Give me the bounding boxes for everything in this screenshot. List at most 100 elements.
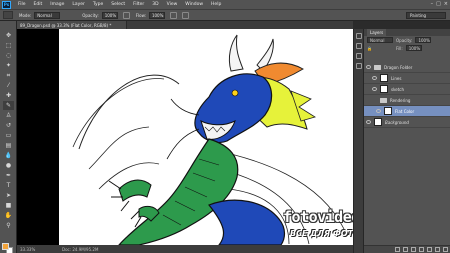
menu-layer[interactable]: Layer (68, 2, 89, 7)
visibility-eye-icon[interactable] (366, 120, 371, 124)
menu-bar: Ps File Edit Image Layer Type Select Fil… (0, 0, 450, 9)
layer-name: Background (385, 119, 409, 125)
folder-icon (380, 97, 387, 103)
layer-thumbnail (380, 74, 388, 82)
document-tab[interactable]: 89_Dragon.psd @ 33.3% (Flat Color, RGB/8… (17, 21, 127, 29)
zoom-tool-icon[interactable]: ⚲ (3, 221, 14, 230)
layer-row-dragon-folder[interactable]: Dragon Folder (364, 62, 450, 73)
mode-select[interactable]: Normal (34, 11, 61, 19)
history-brush-tool-icon[interactable]: ↺ (3, 121, 14, 130)
layers-fill-row: 🔒 Fill: 100% (364, 44, 450, 52)
layer-row-flat-color[interactable]: Flat Color (364, 106, 450, 117)
airbrush-icon[interactable] (169, 11, 177, 19)
layer-opacity-field[interactable]: 100% (415, 37, 432, 43)
close-icon[interactable]: × (444, 1, 448, 7)
visibility-eye-icon[interactable] (376, 109, 381, 113)
opacity-field[interactable]: 100% (101, 11, 118, 19)
pressure-size-icon[interactable] (181, 11, 189, 19)
dodge-tool-icon[interactable]: ● (3, 161, 14, 170)
maximize-icon[interactable]: □ (436, 1, 441, 7)
menu-image[interactable]: Image (46, 2, 68, 7)
layer-list: Dragon Folder Lines sketch Rendering Fla (364, 62, 450, 128)
layer-name: Dragon Folder (384, 64, 413, 70)
gradient-tool-icon[interactable]: ▤ (3, 141, 14, 150)
crop-tool-icon[interactable]: ⌗ (3, 71, 14, 80)
flow-label: Flow: (135, 12, 146, 18)
layer-style-icon[interactable] (403, 247, 408, 252)
mode-label: Mode: (19, 12, 32, 18)
healing-brush-tool-icon[interactable]: ✚ (3, 91, 14, 100)
layer-name: sketch (391, 86, 405, 92)
link-layers-icon[interactable] (395, 247, 400, 252)
menu-file[interactable]: File (14, 2, 30, 7)
magic-wand-tool-icon[interactable]: ✦ (3, 61, 14, 70)
eraser-tool-icon[interactable]: ▭ (3, 131, 14, 140)
visibility-eye-icon[interactable] (372, 76, 377, 80)
layer-fill-field[interactable]: 100% (405, 45, 422, 51)
blur-tool-icon[interactable]: 💧 (3, 151, 14, 160)
panel-dock (353, 29, 363, 253)
layer-row-background[interactable]: Background (364, 117, 450, 128)
swatches-panel-icon[interactable] (356, 53, 362, 59)
layer-thumbnail (380, 85, 388, 93)
visibility-eye-icon[interactable] (372, 98, 377, 102)
menu-type[interactable]: Type (89, 2, 107, 7)
layer-row-rendering[interactable]: Rendering (364, 95, 450, 106)
pressure-opacity-icon[interactable] (122, 11, 130, 19)
layers-tab[interactable]: Layers (367, 29, 387, 36)
type-tool-icon[interactable]: T (3, 181, 14, 190)
visibility-eye-icon[interactable] (372, 87, 377, 91)
foreground-color-swatch[interactable] (2, 243, 9, 250)
layer-thumbnail (374, 118, 382, 126)
layers-panel: Layers Normal Opacity: 100% 🔒 Fill: 100%… (363, 29, 450, 253)
shape-tool-icon[interactable]: ■ (3, 201, 14, 210)
window-controls: – □ × (431, 1, 448, 7)
menu-filter[interactable]: Filter (129, 2, 148, 7)
menu-select[interactable]: Select (107, 2, 129, 7)
flow-field[interactable]: 100% (148, 11, 165, 19)
status-bar: 33.33% Doc: 24.9M/95.2M (17, 245, 353, 253)
lasso-tool-icon[interactable]: ◌ (3, 51, 14, 60)
folder-icon (374, 64, 381, 70)
eyedropper-tool-icon[interactable]: ⁄ (3, 81, 14, 90)
workspace-select[interactable]: Painting (406, 12, 446, 19)
brush-tool-icon[interactable]: ✎ (3, 101, 14, 110)
blend-mode-select[interactable]: Normal (367, 37, 393, 43)
lock-icons[interactable]: 🔒 (367, 46, 393, 51)
layer-name: Rendering (390, 97, 411, 103)
adjustment-layer-icon[interactable] (419, 247, 424, 252)
marquee-tool-icon[interactable]: ⬚ (3, 41, 14, 50)
photoshop-window: Ps File Edit Image Layer Type Select Fil… (0, 0, 450, 253)
menu-edit[interactable]: Edit (30, 2, 47, 7)
delete-layer-icon[interactable] (443, 247, 448, 252)
color-panel-icon[interactable] (356, 63, 362, 69)
menu-window[interactable]: Window (181, 2, 207, 7)
app-logo: Ps (2, 0, 11, 9)
hand-tool-icon[interactable]: ✋ (3, 211, 14, 220)
brush-panel-icon[interactable] (356, 43, 362, 49)
history-panel-icon[interactable] (356, 33, 362, 39)
layer-fill-label: Fill: (396, 45, 403, 51)
layer-row-sketch[interactable]: sketch (364, 84, 450, 95)
menu-view[interactable]: View (163, 2, 182, 7)
menu-3d[interactable]: 3D (148, 2, 162, 7)
tool-preset-picker[interactable] (3, 11, 13, 19)
new-group-icon[interactable] (427, 247, 432, 252)
layers-panel-footer (364, 245, 450, 253)
layer-opacity-label: Opacity: (396, 37, 413, 43)
layer-row-lines[interactable]: Lines (364, 73, 450, 84)
clone-stamp-tool-icon[interactable]: ♙ (3, 111, 14, 120)
path-selection-tool-icon[interactable]: ➤ (3, 191, 14, 200)
layer-name: Lines (391, 75, 402, 81)
document-info: Doc: 24.9M/95.2M (62, 246, 99, 252)
canvas-black-margin (17, 29, 59, 245)
new-layer-icon[interactable] (435, 247, 440, 252)
zoom-level[interactable]: 33.33% (20, 247, 40, 252)
move-tool-icon[interactable]: ✥ (3, 31, 14, 40)
menu-help[interactable]: Help (207, 2, 225, 7)
pen-tool-icon[interactable]: ✒ (3, 171, 14, 180)
layer-thumbnail (384, 107, 392, 115)
minimize-icon[interactable]: – (431, 1, 434, 7)
visibility-eye-icon[interactable] (366, 65, 371, 69)
add-mask-icon[interactable] (411, 247, 416, 252)
